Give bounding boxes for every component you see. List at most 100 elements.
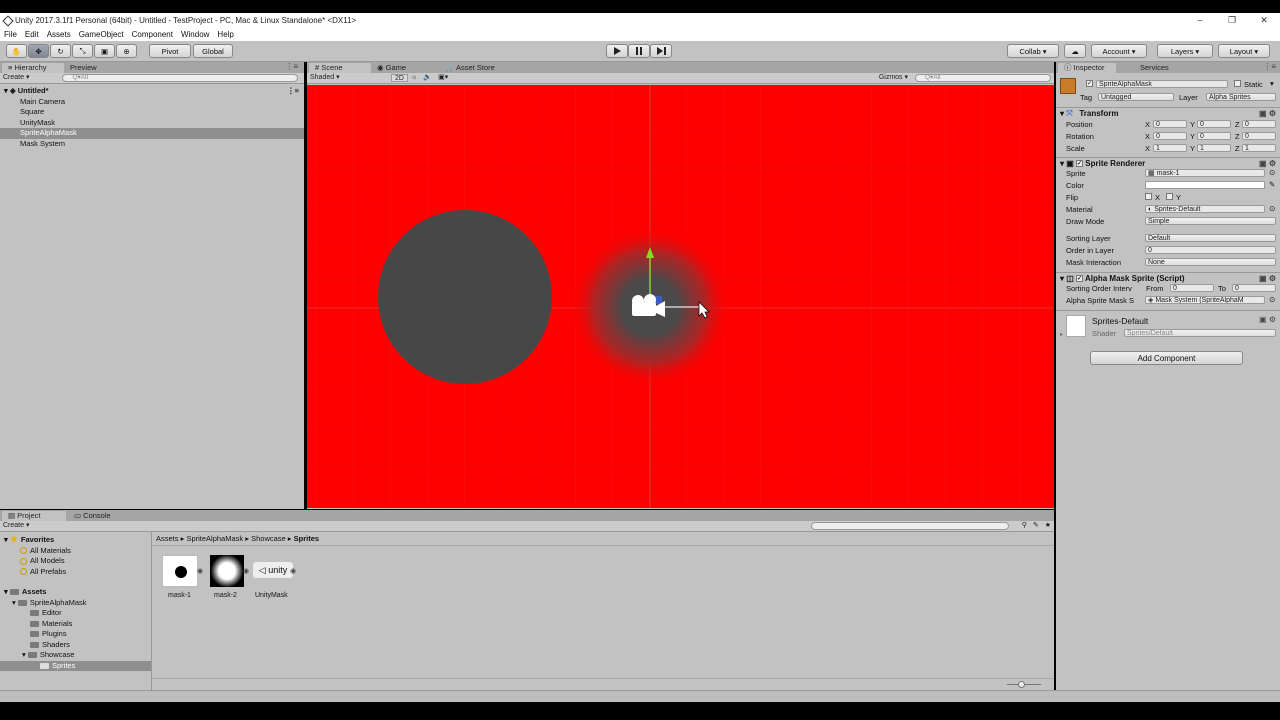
menu-assets[interactable]: Assets: [43, 30, 75, 39]
alpha-mask-settings-icon[interactable]: ▣ ⚙: [1259, 273, 1276, 284]
effects-dropdown-icon[interactable]: ▣▾: [435, 74, 451, 82]
shader-dropdown[interactable]: Sprites/Default: [1124, 329, 1276, 337]
layout-dropdown[interactable]: Layout ▾: [1218, 44, 1270, 58]
sprite-renderer-header[interactable]: ▾ ▣ ✓ Sprite Renderer ▣ ⚙: [1056, 157, 1280, 168]
tree-materials[interactable]: Materials: [30, 619, 72, 629]
rect-tool-icon[interactable]: ▣: [94, 44, 115, 58]
breadcrumb-spritealphamask[interactable]: SpriteAlphaMask: [186, 534, 243, 543]
sprite-picker-icon[interactable]: ⊙: [1269, 168, 1275, 177]
menu-gameobject[interactable]: GameObject: [75, 30, 128, 39]
tab-inspector[interactable]: ⓘ Inspector: [1058, 63, 1116, 73]
scale-tool-icon[interactable]: ⤡: [72, 44, 93, 58]
scene-menu-icon[interactable]: ⋮≡: [287, 86, 299, 97]
layer-dropdown[interactable]: Alpha Sprites: [1206, 93, 1276, 101]
asset-unitymask-label[interactable]: UnityMask: [255, 591, 288, 601]
breadcrumb-assets[interactable]: Assets: [156, 534, 179, 543]
layers-dropdown[interactable]: Layers ▾: [1157, 44, 1213, 58]
sprite-renderer-enabled-checkbox[interactable]: ✓: [1076, 160, 1084, 168]
hierarchy-search-input[interactable]: Q▾All: [62, 74, 299, 82]
tree-spritealphamask[interactable]: ▾ SpriteAlphaMask: [12, 598, 87, 608]
lighting-toggle-icon[interactable]: ☼: [408, 74, 420, 82]
hierarchy-item-main-camera[interactable]: Main Camera: [0, 97, 304, 108]
breadcrumb-showcase[interactable]: Showcase: [251, 534, 286, 543]
asset-unitymask-expand-icon[interactable]: ◉: [290, 567, 296, 575]
favorite-all-models[interactable]: All Models: [20, 556, 65, 566]
flip-y-checkbox[interactable]: [1166, 193, 1173, 200]
project-create-dropdown[interactable]: Create ▾: [0, 522, 32, 530]
shading-dropdown[interactable]: Shaded ▾: [307, 74, 387, 82]
tree-sprites[interactable]: Sprites: [0, 660, 151, 671]
eyedropper-icon[interactable]: ✎: [1269, 180, 1275, 189]
asset-mask-1-thumb[interactable]: [162, 555, 198, 587]
tree-plugins[interactable]: Plugins: [30, 629, 67, 639]
filter-label-icon[interactable]: ✎: [1030, 522, 1042, 530]
flip-x-checkbox[interactable]: [1145, 193, 1152, 200]
audio-toggle-icon[interactable]: 🔈: [420, 74, 435, 82]
scale-y-field[interactable]: 1: [1197, 144, 1231, 152]
transform-settings-icon[interactable]: ▣ ⚙: [1259, 108, 1276, 119]
maskint-dropdown[interactable]: None: [1145, 258, 1276, 266]
cloud-icon[interactable]: ☁: [1064, 44, 1086, 58]
tree-editor[interactable]: Editor: [30, 608, 62, 618]
hierarchy-item-unitymask[interactable]: UnityMask: [0, 118, 304, 129]
material-expand-icon[interactable]: ▸: [1060, 331, 1063, 338]
scale-z-field[interactable]: 1: [1242, 144, 1276, 152]
tab-services[interactable]: Services: [1134, 63, 1175, 73]
sortlayer-dropdown[interactable]: Default: [1145, 234, 1276, 242]
menu-component[interactable]: Component: [128, 30, 177, 39]
gizmos-dropdown[interactable]: Gizmos ▾: [876, 74, 911, 82]
rotation-x-field[interactable]: 0: [1153, 132, 1187, 140]
object-name-field[interactable]: SpriteAlphaMask: [1096, 80, 1228, 88]
position-x-field[interactable]: 0: [1153, 120, 1187, 128]
tab-preview[interactable]: Preview: [64, 63, 103, 73]
favorite-star-icon[interactable]: ★: [1042, 522, 1054, 530]
add-component-button[interactable]: Add Component: [1090, 351, 1243, 365]
favorite-all-prefabs[interactable]: All Prefabs: [20, 567, 66, 577]
2d-toggle[interactable]: 2D: [391, 74, 408, 82]
tab-game[interactable]: ◉ Game: [371, 63, 412, 73]
menu-file[interactable]: File: [0, 30, 21, 39]
close-button[interactable]: ✕: [1248, 13, 1280, 28]
transform-tool-icon[interactable]: ⊕: [116, 44, 137, 58]
tab-scene[interactable]: # Scene: [309, 63, 371, 73]
transform-header[interactable]: ▾ ⤧ Transform ▣ ⚙: [1056, 107, 1280, 118]
tab-asset-store[interactable]: 🛒 Asset Store: [439, 63, 501, 73]
mask-system-field[interactable]: ◈ Mask System (SpriteAlphaM: [1145, 296, 1265, 304]
rotation-y-field[interactable]: 0: [1197, 132, 1231, 140]
asset-mask-1-label[interactable]: mask-1: [168, 591, 191, 601]
static-dropdown-icon[interactable]: ▾: [1270, 79, 1274, 88]
filter-type-icon[interactable]: ⚲: [1019, 522, 1030, 530]
tab-console[interactable]: ▭ Console: [68, 511, 117, 521]
menu-edit[interactable]: Edit: [21, 30, 43, 39]
scene-canvas[interactable]: [307, 85, 1054, 508]
tree-shaders[interactable]: Shaders: [30, 640, 70, 650]
tree-showcase[interactable]: ▾ Showcase: [22, 650, 74, 660]
asset-mask-1-expand-icon[interactable]: ◉: [197, 567, 203, 575]
step-button[interactable]: [650, 44, 672, 58]
sprite-field[interactable]: ▦ mask-1: [1145, 169, 1265, 177]
to-field[interactable]: 0: [1232, 284, 1276, 292]
drawmode-dropdown[interactable]: Simple: [1145, 217, 1276, 225]
position-y-field[interactable]: 0: [1197, 120, 1231, 128]
color-swatch[interactable]: [1145, 181, 1265, 189]
maximize-button[interactable]: ❐: [1216, 13, 1248, 28]
static-checkbox[interactable]: [1234, 80, 1241, 87]
material-field[interactable]: ◐ Sprites-Default: [1145, 205, 1265, 213]
breadcrumb-sprites[interactable]: Sprites: [294, 534, 319, 543]
hierarchy-item-square[interactable]: Square: [0, 107, 304, 118]
material-picker-icon[interactable]: ⊙: [1269, 204, 1275, 213]
scale-x-field[interactable]: 1: [1153, 144, 1187, 152]
tab-hierarchy[interactable]: ≡ Hierarchy: [2, 63, 64, 73]
from-field[interactable]: 0: [1170, 284, 1214, 292]
collab-button[interactable]: Collab ▾: [1007, 44, 1059, 58]
order-field[interactable]: 0: [1145, 246, 1276, 254]
square-sprite[interactable]: [378, 210, 552, 384]
account-dropdown[interactable]: Account ▾: [1091, 44, 1147, 58]
minimize-button[interactable]: –: [1184, 13, 1216, 28]
asset-mask-2-label[interactable]: mask-2: [214, 591, 237, 601]
position-z-field[interactable]: 0: [1242, 120, 1276, 128]
move-tool-icon[interactable]: ✥: [28, 44, 49, 58]
hierarchy-item-spritealphamask[interactable]: SpriteAlphaMask: [0, 128, 304, 139]
assets-root-row[interactable]: ▾ Assets: [4, 587, 46, 597]
pause-button[interactable]: [628, 44, 650, 58]
